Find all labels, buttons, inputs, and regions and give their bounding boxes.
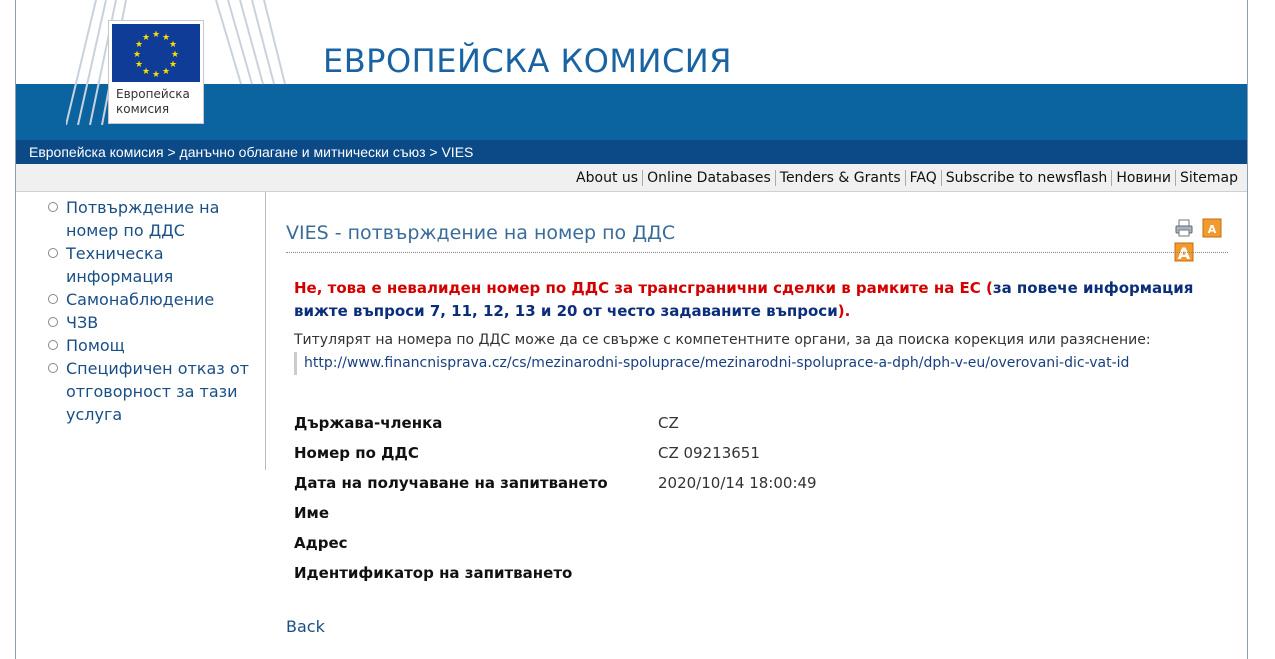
breadcrumb-item-commission[interactable]: Европейска комисия [29, 144, 164, 160]
sidebar-item-faq[interactable]: ЧЗВ [46, 311, 265, 334]
info-block: Титулярят на номера по ДДС може да се св… [294, 329, 1234, 375]
nav-news[interactable]: Новини [1111, 170, 1176, 186]
breadcrumb-separator: > [167, 144, 176, 160]
bullet-icon [48, 294, 58, 304]
request-date-value: 2020/10/14 18:00:49 [658, 474, 817, 492]
member-state-value: CZ [658, 414, 679, 432]
title-divider [286, 252, 1228, 253]
detail-row: Дата на получаване на запитването 2020/10… [294, 470, 817, 500]
detail-row: Адрес [294, 530, 817, 560]
nav-about-us[interactable]: About us [572, 170, 642, 186]
breadcrumb-item-vies[interactable]: VIES [441, 144, 473, 160]
sidebar-item-help[interactable]: Помощ [46, 334, 265, 357]
error-text-tail: ). [837, 302, 851, 320]
vat-details: Държава-членка CZ Номер по ДДС CZ 09213651… [294, 410, 817, 590]
svg-text:★: ★ [135, 60, 143, 70]
nav-sitemap[interactable]: Sitemap [1175, 170, 1242, 186]
svg-text:★: ★ [171, 50, 179, 60]
bullet-icon [48, 317, 58, 327]
logo-text: Европейска комисия [116, 87, 202, 117]
logo-text-line2: комисия [116, 102, 170, 116]
svg-text:A: A [1178, 244, 1191, 262]
font-smaller-icon[interactable]: A [1202, 218, 1222, 242]
sidebar-item-disclaimer[interactable]: Специфичен отказ от отговорност за тази … [46, 357, 265, 426]
nav-online-databases[interactable]: Online Databases [642, 170, 775, 186]
svg-text:★: ★ [142, 33, 150, 43]
back-link[interactable]: Back [286, 617, 325, 636]
detail-row: Държава-членка CZ [294, 410, 817, 440]
request-id-label: Идентификатор на запитването [294, 564, 573, 582]
font-larger-icon[interactable]: A [1174, 242, 1194, 266]
sidebar: Потвърждение на номер по ДДС Техническа … [16, 192, 266, 470]
sidebar-item-label: Специфичен отказ от отговорност за тази … [66, 359, 249, 424]
sidebar-item-label: Самонаблюдение [66, 290, 215, 309]
eu-logo[interactable]: ★ ★ ★ ★ ★ ★ ★ ★ ★ ★ ★ ★ Европейска комис… [108, 20, 204, 124]
vat-number-value: CZ 09213651 [658, 444, 760, 462]
breadcrumb-separator: > [429, 144, 438, 160]
nav-faq[interactable]: FAQ [904, 170, 941, 186]
detail-row: Идентификатор на запитването [294, 560, 817, 590]
top-navigation: About us Online Databases Tenders & Grants… [16, 164, 1247, 192]
svg-text:A: A [1208, 223, 1217, 236]
logo-text-line1: Европейска [116, 87, 190, 101]
address-label: Адрес [294, 534, 348, 552]
detail-row: Име [294, 500, 817, 530]
error-text: Не, това е невалиден номер по ДДС за тра… [294, 279, 993, 297]
authority-url-link[interactable]: http://www.financnisprava.cz/cs/mezinaro… [294, 352, 1224, 375]
sidebar-item-label: Помощ [66, 336, 125, 355]
svg-text:★: ★ [152, 70, 160, 80]
sidebar-item-technical-info[interactable]: Техническа информация [46, 242, 265, 288]
svg-text:★: ★ [142, 67, 150, 77]
name-label: Име [294, 504, 329, 522]
sidebar-item-label: ЧЗВ [66, 313, 99, 332]
member-state-label: Държава-членка [294, 414, 443, 432]
site-title: ЕВРОПЕЙСКА КОМИСИЯ [323, 42, 732, 80]
nav-tenders-grants[interactable]: Tenders & Grants [774, 170, 905, 186]
sidebar-item-self-monitoring[interactable]: Самонаблюдение [46, 288, 265, 311]
request-date-label: Дата на получаване на запитването [294, 474, 608, 492]
print-icon[interactable] [1174, 218, 1194, 242]
bullet-icon [48, 202, 58, 212]
sidebar-item-vat-confirmation[interactable]: Потвърждение на номер по ДДС [46, 196, 265, 242]
eu-flag-icon: ★ ★ ★ ★ ★ ★ ★ ★ ★ ★ ★ ★ [112, 24, 200, 82]
svg-text:★: ★ [152, 30, 160, 40]
page-title: VIES - потвърждение на номер по ДДС [286, 222, 676, 244]
bullet-icon [48, 363, 58, 373]
nav-subscribe-newsflash[interactable]: Subscribe to newsflash [940, 170, 1112, 186]
info-text: Титулярят на номера по ДДС може да се св… [294, 332, 1151, 348]
svg-text:★: ★ [133, 50, 141, 60]
page-tools: A A [1171, 218, 1247, 263]
svg-text:★: ★ [169, 40, 177, 50]
detail-row: Номер по ДДС CZ 09213651 [294, 440, 817, 470]
svg-text:★: ★ [162, 67, 170, 77]
vat-number-label: Номер по ДДС [294, 444, 419, 462]
breadcrumb: Европейска комисия > данъчно облагане и … [16, 140, 1247, 164]
bullet-icon [48, 248, 58, 258]
sidebar-item-label: Потвърждение на номер по ДДС [66, 198, 220, 240]
validation-message: Не, това е невалиден номер по ДДС за тра… [294, 277, 1224, 323]
breadcrumb-item-taxation[interactable]: данъчно облагане и митнически съюз [180, 144, 426, 160]
sidebar-item-label: Техническа информация [66, 244, 174, 286]
bullet-icon [48, 340, 58, 350]
svg-text:★: ★ [169, 60, 177, 70]
page: ★ ★ ★ ★ ★ ★ ★ ★ ★ ★ ★ ★ Европейска комис… [15, 0, 1248, 659]
